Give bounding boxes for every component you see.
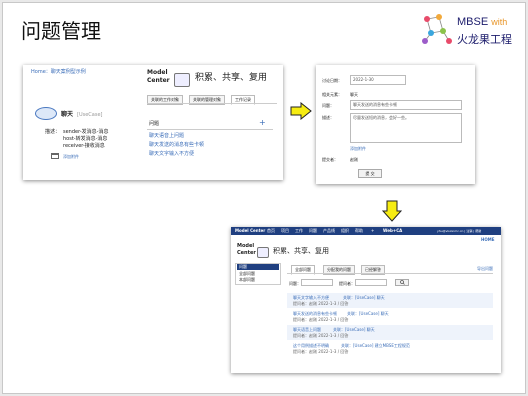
side-item[interactable]: 本部问题 <box>239 277 255 283</box>
form-label-submitter: 提交者： <box>322 157 338 162</box>
description-line-1: sender-发消息-消息 <box>63 129 109 135</box>
element-value: 聊天 <box>350 92 358 97</box>
nav-web-ca[interactable]: Web+CA <box>383 228 402 234</box>
model-center-brand: Model Center <box>237 243 256 256</box>
search-icon <box>399 280 405 285</box>
arrow-right-icon <box>290 102 312 120</box>
add-attachment-link[interactable]: 添加附件 <box>63 154 79 160</box>
issue-relation[interactable]: 关联：[UseCase] 聊天 <box>347 311 389 317</box>
tab-divider <box>287 273 493 274</box>
table-row[interactable]: 聊天语音上问题 关联：[UseCase] 聊天 提问者：赵刚 2022-1-3 … <box>287 325 493 340</box>
filter-asker-input[interactable] <box>355 279 387 286</box>
logo-with: with <box>491 17 508 27</box>
form-label-element: 相关元素： <box>322 92 342 97</box>
issue-relation[interactable]: 关联：[UseCase] 建立MBSE工程规范 <box>341 343 410 349</box>
date-field[interactable]: 2022-1-30 <box>350 75 406 85</box>
description-label: 描述： <box>45 129 61 135</box>
form-label-date: 讨论日期： <box>322 78 342 83</box>
issue-relation[interactable]: 关联：[UseCase] 聊天 <box>343 295 385 301</box>
arrow-down-icon <box>382 200 402 222</box>
issue-meta: 提问者：赵刚 2022-1-3 / 回答 <box>293 301 349 306</box>
nav-item[interactable]: 项目 <box>281 228 289 234</box>
folder-icon <box>51 153 59 159</box>
slide: 问题管理 MBSE with 火龙果工程 Home：聊天案例型示例 Model … <box>2 2 526 394</box>
nav-item[interactable]: 组织 <box>341 228 349 234</box>
issue-list-screenshot: Model Center 首页 项目 工作 问题 产品线 组织 帮助 + Web… <box>231 227 501 373</box>
issue-form-screenshot: 讨论日期： 2022-1-30 相关元素： 聊天 问题： 聊天发送的消息有些卡顿… <box>316 65 475 184</box>
add-issue-icon[interactable]: + <box>259 118 266 128</box>
element-detail-screenshot: Home：聊天案例型示例 Model Center 积累、共享、复用 关联的工作… <box>23 65 283 180</box>
issues-divider <box>147 129 273 130</box>
issue-link[interactable]: 聊天发送的消息有些卡顿 <box>149 142 204 149</box>
question-field[interactable]: 聊天发送的消息有些卡顿 <box>350 100 462 110</box>
model-center-icon <box>257 247 269 258</box>
issue-meta: 提问者：赵刚 2022-1-3 / 回答 <box>293 317 349 322</box>
issue-link[interactable]: 聊天语音上问题 <box>149 133 184 140</box>
usecase-ellipse-icon <box>35 107 57 120</box>
model-center-brand: Model Center <box>147 69 170 84</box>
add-attachment-link[interactable]: 添加附件 <box>350 146 366 152</box>
description-field[interactable]: 尽量发送短的消息，会好一些。 <box>350 113 462 143</box>
nav-item[interactable]: 帮助 <box>355 228 363 234</box>
user-menu[interactable]: yhu@visionmc.cn | 注销 | 帮助 <box>437 228 481 234</box>
issue-meta: 提问者：赵刚 2022-1-3 / 回答 <box>293 333 349 338</box>
slogan: 积累、共享、复用 <box>273 247 329 255</box>
description-line-2: host-转发消息-消息 <box>63 136 108 142</box>
logo-graph-icon <box>422 14 452 44</box>
filter-question-input[interactable] <box>301 279 333 286</box>
nav-brand[interactable]: Model Center <box>235 228 265 234</box>
form-label-description: 描述： <box>322 115 334 120</box>
issues-header: 问题 <box>149 121 160 127</box>
submit-button[interactable]: 提 交 <box>358 169 382 178</box>
element-tag: [UseCase] <box>77 112 103 118</box>
filter-question-label: 问题： <box>289 281 301 286</box>
element-name: 聊天 <box>61 111 74 118</box>
search-button[interactable] <box>395 279 409 286</box>
home-link[interactable]: HOME <box>481 237 494 243</box>
export-link[interactable]: 导出问题 <box>477 266 493 272</box>
table-row[interactable]: 聊天文字输入不方便 关联：[UseCase] 聊天 提问者：赵刚 2022-1-… <box>287 293 493 308</box>
side-item-active[interactable]: 问题 <box>237 264 279 270</box>
tab-divider <box>147 103 277 104</box>
breadcrumb[interactable]: Home：聊天案例型示例 <box>31 69 86 76</box>
slogan: 积累、共享、复用 <box>195 73 268 83</box>
table-row[interactable]: 聊天发送的消息有些卡顿 关联：[UseCase] 聊天 提问者：赵刚 2022-… <box>287 309 493 324</box>
form-label-question: 问题： <box>322 103 334 108</box>
nav-item[interactable]: 问题 <box>309 228 317 234</box>
page-title: 问题管理 <box>21 19 101 43</box>
description-line-3: receiver-接收消息 <box>63 143 105 149</box>
table-row[interactable]: 这个用例描述不明确 关联：[UseCase] 建立MBSE工程规范 提问者：赵刚… <box>287 341 493 356</box>
nav-item[interactable]: 首页 <box>267 228 275 234</box>
logo-title: MBSE with <box>457 16 508 28</box>
issue-link[interactable]: 聊天文字输入不方便 <box>149 151 194 158</box>
filter-asker-label: 提问者： <box>339 281 355 286</box>
logo-subtitle: 火龙果工程 <box>457 33 512 46</box>
nav-item[interactable]: 产品线 <box>323 228 335 234</box>
model-center-icon <box>174 73 190 87</box>
nav-add-icon[interactable]: + <box>371 228 374 234</box>
nav-item[interactable]: 工作 <box>295 228 303 234</box>
submitter-value: 赵刚 <box>350 157 358 162</box>
issue-meta: 提问者：赵刚 2022-1-3 / 回答 <box>293 349 349 354</box>
